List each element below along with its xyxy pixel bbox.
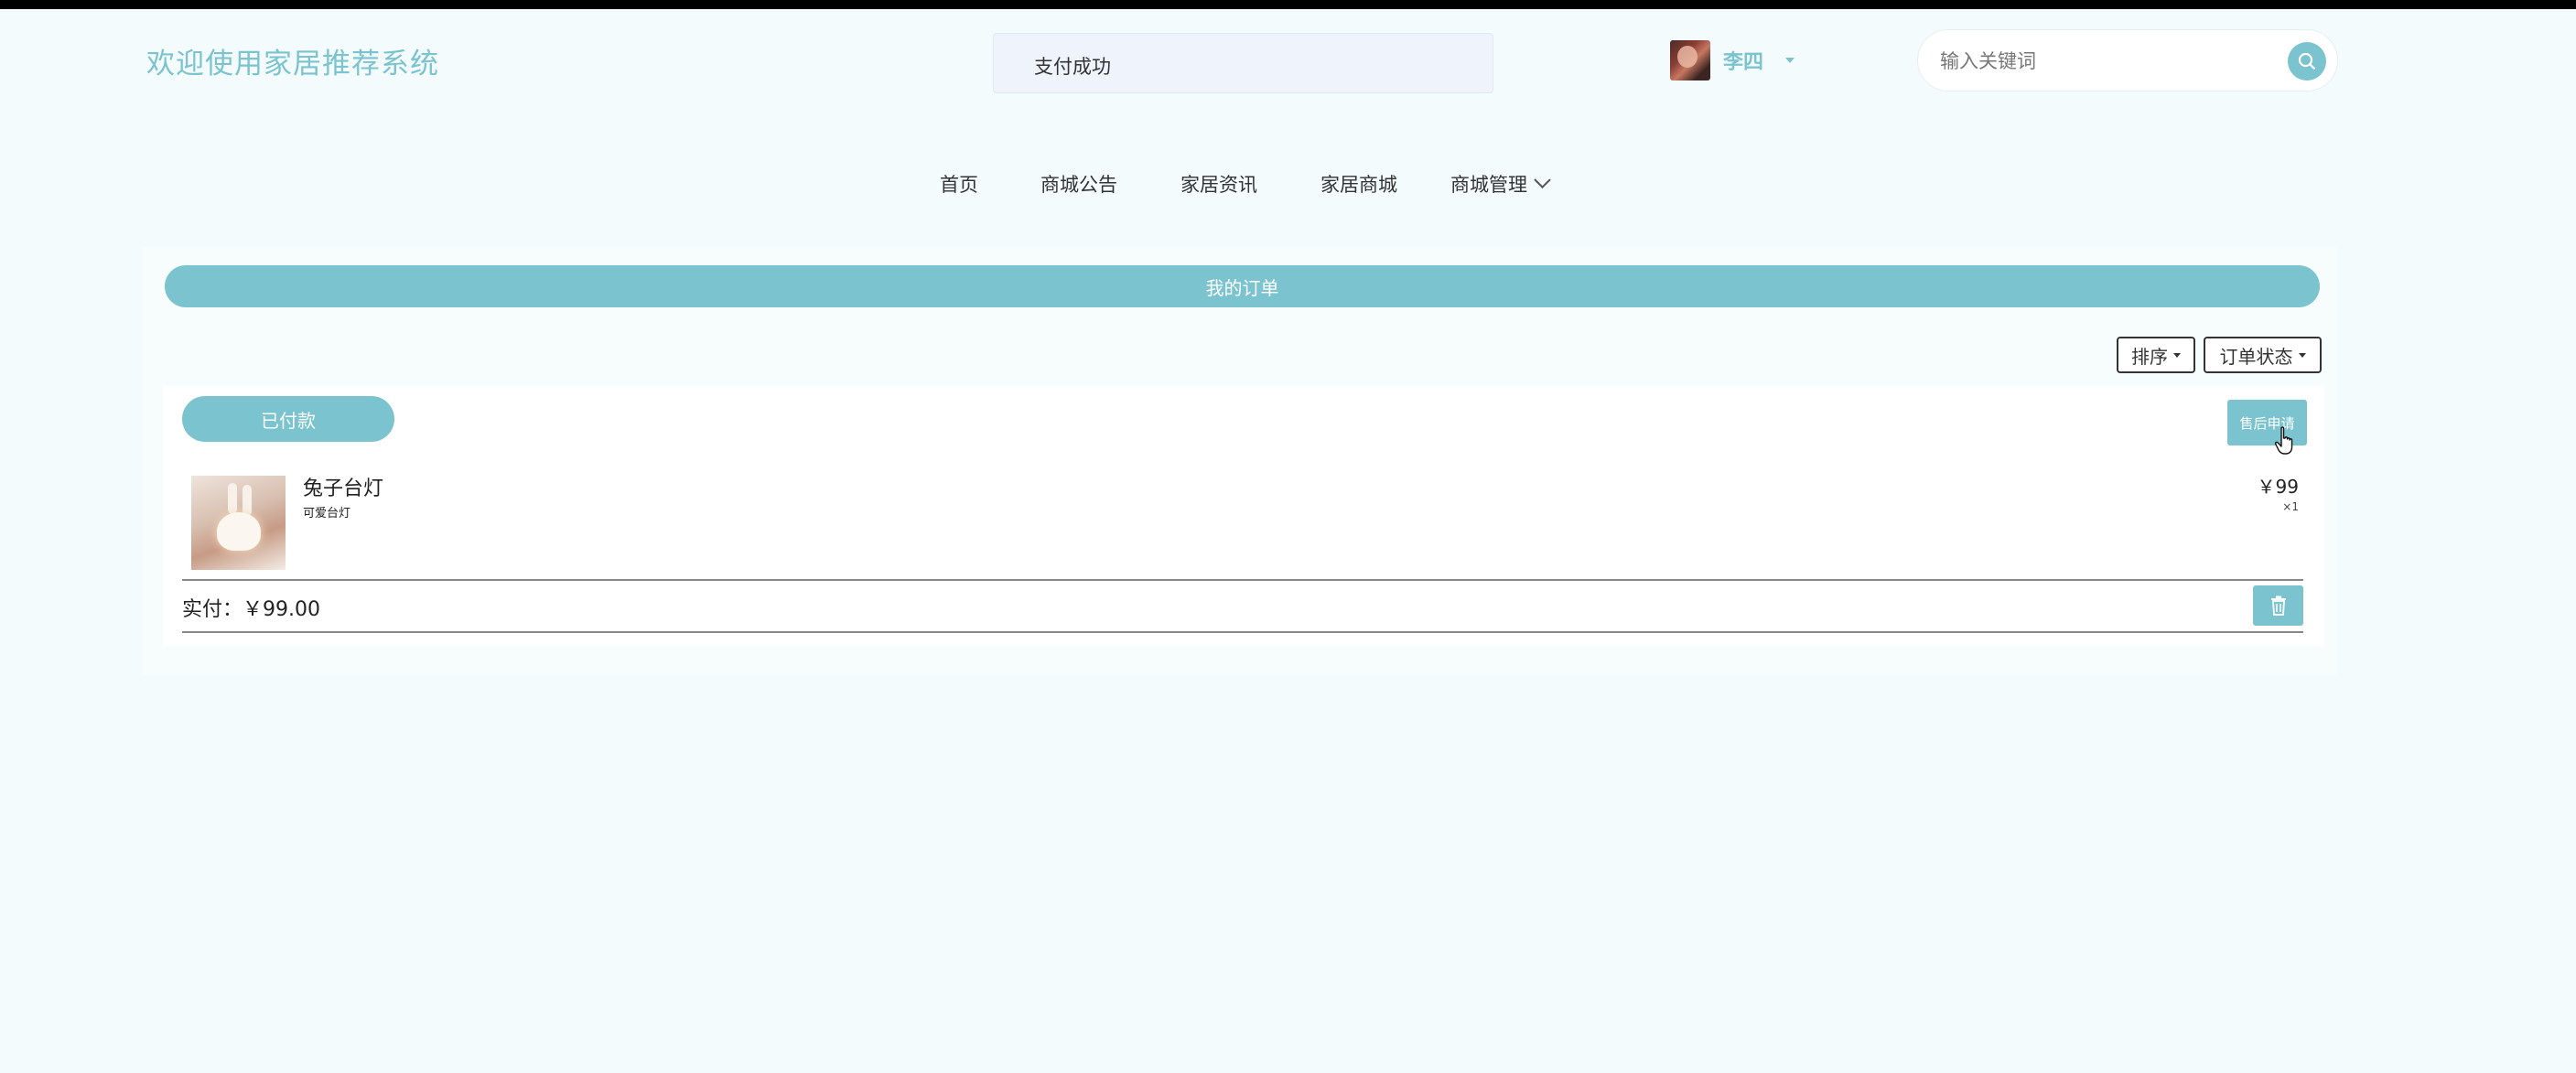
main-nav: 首页 商城公告 家居资讯 家居商城 商城管理 — [0, 170, 2576, 203]
nav-item-news[interactable]: 家居资讯 — [1180, 170, 1257, 198]
paid-amount: 实付：￥99.00 — [182, 598, 320, 621]
nav-item-announcements[interactable]: 商城公告 — [1040, 170, 1117, 198]
divider — [182, 579, 2303, 581]
chevron-down-icon — [1534, 171, 1551, 189]
nav-item-shop[interactable]: 家居商城 — [1320, 170, 1397, 198]
product-quantity: ×1 — [2282, 500, 2299, 513]
product-description: 可爱台灯 — [303, 507, 351, 520]
after-sale-button[interactable]: 售后申请 — [2227, 400, 2307, 445]
caret-down-icon[interactable] — [1785, 58, 1795, 63]
hand-cursor-icon — [2274, 426, 2293, 455]
search-input[interactable] — [1938, 45, 2253, 78]
nav-item-home[interactable]: 首页 — [940, 170, 978, 198]
divider — [182, 631, 2303, 633]
site-title: 欢迎使用家居推荐系统 — [146, 48, 439, 80]
sort-dropdown[interactable]: 排序 — [2117, 337, 2195, 373]
order-status-dropdown[interactable]: 订单状态 — [2204, 337, 2322, 373]
order-status-badge: 已付款 — [182, 396, 394, 442]
delete-order-button[interactable] — [2253, 585, 2303, 626]
search-icon — [2298, 52, 2316, 70]
payment-toast: 支付成功 — [993, 33, 1493, 93]
order-card — [163, 386, 2324, 646]
window-top-bar — [0, 0, 2576, 9]
nav-item-management-label: 商城管理 — [1450, 174, 1527, 196]
search-button[interactable] — [2288, 42, 2326, 80]
order-status-label: 订单状态 — [2219, 345, 2293, 368]
sort-label: 排序 — [2131, 345, 2168, 368]
page-title: 我的订单 — [165, 265, 2320, 307]
avatar[interactable] — [1670, 40, 1710, 80]
trash-icon — [2270, 596, 2286, 616]
product-price: ￥99 — [2257, 476, 2299, 498]
toast-message: 支付成功 — [1034, 56, 1111, 78]
nav-item-management[interactable]: 商城管理 — [1450, 170, 1551, 198]
search-box — [1917, 29, 2338, 91]
caret-down-icon — [2173, 352, 2181, 358]
product-name[interactable]: 兔子台灯 — [303, 472, 383, 501]
product-image[interactable] — [191, 476, 286, 570]
caret-down-icon — [2298, 352, 2306, 358]
user-menu[interactable]: 李四 — [1670, 40, 1795, 80]
username[interactable]: 李四 — [1723, 46, 1763, 75]
